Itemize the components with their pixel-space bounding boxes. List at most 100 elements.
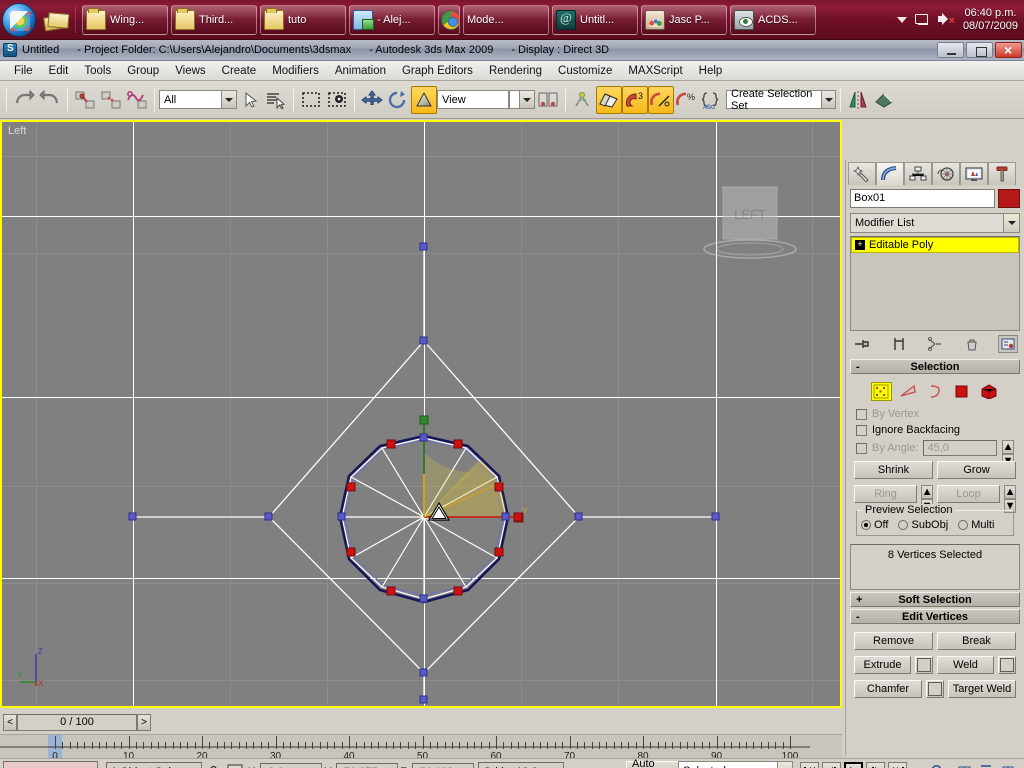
spinner-snap-toggle-button[interactable]: %	[674, 86, 700, 114]
by-vertex-row[interactable]: By Vertex	[854, 406, 1016, 422]
chevron-down-icon[interactable]	[777, 762, 792, 768]
pin-stack-icon[interactable]	[852, 335, 872, 353]
chamfer-settings-button[interactable]	[926, 680, 944, 698]
modifier-stack[interactable]: + Editable Poly	[850, 236, 1020, 331]
named-selection-set-field[interactable]: Create Selection Set	[726, 88, 836, 112]
next-frame-arrow[interactable]: >	[137, 713, 151, 731]
next-frame-button[interactable]	[866, 762, 885, 768]
zoom-extents-all-button[interactable]	[998, 760, 1022, 768]
chevron-down-icon[interactable]	[1003, 214, 1019, 232]
make-unique-icon[interactable]	[925, 335, 945, 353]
extrude-settings-button[interactable]	[915, 656, 933, 674]
by-angle-spinner[interactable]: ▲▼	[1002, 440, 1014, 468]
loop-button[interactable]: Loop	[937, 485, 1000, 503]
close-button[interactable]	[995, 42, 1022, 58]
track-bar[interactable]: 0 10 20 30 40 50 60 70 80 90 100	[0, 734, 842, 760]
select-by-name-button[interactable]	[263, 86, 289, 114]
lock-selection-icon[interactable]	[202, 765, 224, 768]
menu-customize[interactable]: Customize	[550, 63, 620, 79]
menu-maxscript[interactable]: MAXScript	[620, 63, 690, 79]
edit-vertices-rollout-header[interactable]: - Edit Vertices	[850, 609, 1020, 624]
viewport-label[interactable]: Left	[8, 125, 26, 137]
auto-key-button[interactable]: Auto Key	[626, 758, 682, 768]
weld-settings-button[interactable]	[998, 656, 1016, 674]
ignore-backfacing-row[interactable]: Ignore Backfacing	[854, 422, 1016, 438]
taskbar-item-tuto[interactable]: tuto	[260, 4, 346, 35]
radio-icon[interactable]	[861, 520, 871, 530]
coord-z-field[interactable]: -56,102	[411, 762, 474, 768]
object-color-swatch[interactable]	[998, 189, 1020, 208]
expand-icon[interactable]: +	[856, 594, 862, 606]
taskbar-item-acdsee[interactable]: ACDS...	[730, 4, 816, 35]
weld-button[interactable]: Weld	[937, 656, 994, 674]
tray-arrow-icon[interactable]	[896, 16, 907, 23]
select-and-link-button[interactable]	[72, 86, 98, 114]
by-vertex-checkbox[interactable]	[856, 408, 867, 420]
radio-icon[interactable]	[958, 520, 969, 530]
reference-coord-arrow[interactable]	[509, 90, 535, 109]
element-level-button[interactable]	[979, 382, 1000, 401]
minimize-button[interactable]	[937, 42, 964, 58]
previous-frame-button[interactable]	[822, 762, 841, 768]
object-name-field[interactable]: Box01	[850, 189, 995, 208]
named-selection-sets-button[interactable]: ABC	[700, 86, 726, 114]
utilities-tab[interactable]	[988, 162, 1016, 185]
radio-icon[interactable]	[898, 520, 909, 530]
start-button[interactable]	[2, 2, 36, 37]
preview-off-radio[interactable]: Off	[861, 519, 888, 531]
taskbar-clock[interactable]: 06:40 p.m. 08/07/2009	[963, 7, 1024, 33]
undo-button[interactable]	[11, 86, 37, 114]
taskbar-item-third[interactable]: Third...	[171, 4, 257, 35]
border-level-button[interactable]	[925, 382, 946, 401]
hierarchy-tab[interactable]	[904, 162, 932, 185]
set-key-button[interactable]	[592, 760, 622, 768]
polygon-level-button[interactable]	[952, 382, 973, 401]
break-button[interactable]: Break	[937, 632, 1016, 650]
grow-button[interactable]: Grow	[937, 461, 1016, 479]
by-angle-row[interactable]: By Angle: 45,0 ▲▼	[854, 438, 1016, 468]
menu-animation[interactable]: Animation	[327, 63, 394, 79]
ignore-backfacing-checkbox[interactable]	[856, 424, 867, 436]
go-to-start-button[interactable]	[800, 762, 819, 768]
chevron-down-icon[interactable]	[519, 91, 534, 108]
frame-indicator[interactable]: 0 / 100	[17, 713, 137, 731]
taskbar-item-chrome-partial[interactable]	[438, 4, 460, 35]
stack-item-editable-poly[interactable]: + Editable Poly	[851, 237, 1019, 253]
selection-filter-dropdown[interactable]: All	[159, 90, 237, 109]
taskbar-item-untitled[interactable]: Untitl...	[552, 4, 638, 35]
play-animation-button[interactable]	[844, 762, 863, 768]
unlink-selection-button[interactable]	[98, 86, 124, 114]
menu-modifiers[interactable]: Modifiers	[264, 63, 327, 79]
use-center-flyout-button[interactable]	[535, 86, 561, 114]
menu-group[interactable]: Group	[119, 63, 167, 79]
soft-selection-rollout-header[interactable]: + Soft Selection	[850, 592, 1020, 607]
shrink-button[interactable]: Shrink	[854, 461, 933, 479]
volume-muted-icon[interactable]: ×	[937, 11, 955, 28]
menu-edit[interactable]: Edit	[41, 63, 77, 79]
select-and-scale-button[interactable]	[411, 85, 437, 114]
zoom-extents-button[interactable]	[974, 760, 998, 768]
select-object-button[interactable]	[237, 86, 263, 114]
menu-graph-editors[interactable]: Graph Editors	[394, 63, 481, 79]
target-weld-button[interactable]: Target Weld	[948, 680, 1016, 698]
redo-button[interactable]	[37, 86, 63, 114]
window-crossing-button[interactable]	[324, 86, 350, 114]
taskbar-item-mode[interactable]: Mode...	[463, 4, 549, 35]
reference-coordinate-system-dropdown[interactable]: View	[437, 90, 509, 109]
menu-views[interactable]: Views	[167, 63, 213, 79]
loop-spinner[interactable]: ▲ ▼	[1004, 485, 1016, 513]
key-filter-mode-dropdown[interactable]: Selected	[678, 761, 793, 768]
by-angle-checkbox[interactable]	[856, 442, 867, 454]
maximize-button[interactable]	[966, 42, 993, 58]
chamfer-button[interactable]: Chamfer	[854, 680, 922, 698]
absolute-mode-icon[interactable]	[224, 764, 246, 768]
go-to-end-button[interactable]	[888, 762, 907, 768]
bind-to-space-warp-button[interactable]	[124, 86, 150, 114]
select-and-manipulate-button[interactable]	[570, 86, 596, 114]
show-desktop-folders-icon[interactable]	[42, 7, 68, 33]
coord-y-field[interactable]: -71,077	[336, 762, 399, 768]
rectangular-selection-region-button[interactable]	[298, 86, 324, 114]
modify-tab[interactable]	[876, 162, 904, 185]
percent-snap-toggle-button[interactable]	[648, 85, 674, 114]
edge-level-button[interactable]	[898, 382, 919, 401]
